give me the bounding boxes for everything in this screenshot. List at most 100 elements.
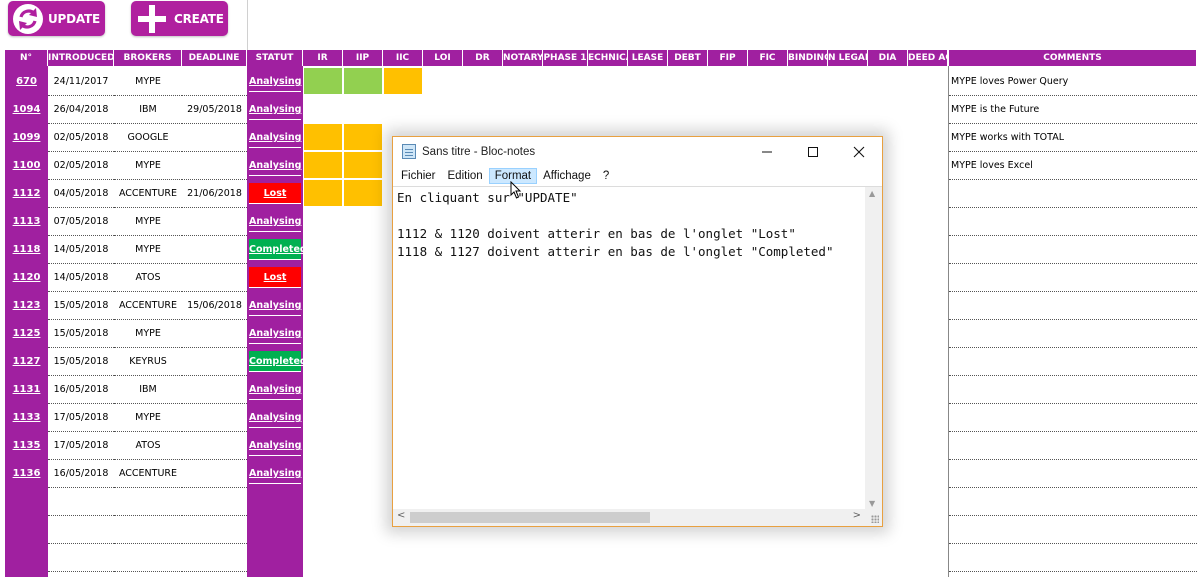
column-header[interactable]: BROKERS bbox=[114, 50, 182, 66]
comment-cell[interactable] bbox=[949, 432, 1197, 460]
deal-id-link[interactable]: 1113 bbox=[5, 208, 48, 236]
comment-cell[interactable] bbox=[949, 292, 1197, 320]
column-header[interactable]: DR bbox=[463, 50, 503, 66]
phase-status-cell[interactable] bbox=[384, 68, 422, 94]
introduced-cell[interactable]: 17/05/2018 bbox=[48, 404, 114, 432]
introduced-cell[interactable] bbox=[48, 544, 114, 572]
comment-cell[interactable] bbox=[949, 516, 1197, 544]
deadline-cell[interactable]: 15/06/2018 bbox=[182, 292, 247, 320]
introduced-cell[interactable]: 15/05/2018 bbox=[48, 348, 114, 376]
scroll-down-icon[interactable]: ▼ bbox=[869, 499, 875, 508]
notepad-titlebar[interactable]: Sans titre - Bloc-notes bbox=[393, 137, 882, 166]
phase-status-cell[interactable] bbox=[344, 124, 382, 150]
introduced-cell[interactable]: 24/11/2017 bbox=[48, 68, 114, 96]
deadline-cell[interactable]: 29/05/2018 bbox=[182, 96, 247, 124]
broker-cell[interactable]: ACCENTURE bbox=[114, 460, 182, 488]
phase-status-cell[interactable] bbox=[304, 180, 342, 206]
column-header[interactable]: IIC bbox=[383, 50, 423, 66]
comment-cell[interactable] bbox=[949, 376, 1197, 404]
deadline-cell[interactable] bbox=[182, 404, 247, 432]
broker-cell[interactable]: ACCENTURE bbox=[114, 180, 182, 208]
deadline-cell[interactable]: 21/06/2018 bbox=[182, 180, 247, 208]
comment-cell[interactable]: MYPE is the Future bbox=[949, 96, 1197, 124]
column-header[interactable]: ECHNICA bbox=[588, 50, 628, 66]
phase-status-cell[interactable] bbox=[304, 124, 342, 150]
phase-status-cell[interactable] bbox=[344, 68, 382, 94]
column-header[interactable]: NOTARY bbox=[503, 50, 543, 66]
deal-id-link[interactable]: 1099 bbox=[5, 124, 48, 152]
scroll-up-icon[interactable]: ▲ bbox=[869, 189, 875, 198]
deadline-cell[interactable] bbox=[182, 236, 247, 264]
horizontal-scrollbar[interactable]: < > bbox=[393, 509, 867, 526]
comment-cell[interactable] bbox=[949, 264, 1197, 292]
deal-id-link[interactable]: 670 bbox=[5, 68, 48, 96]
introduced-cell[interactable]: 17/05/2018 bbox=[48, 432, 114, 460]
comment-cell[interactable] bbox=[949, 348, 1197, 376]
status-badge[interactable]: Analysing bbox=[249, 379, 301, 400]
status-badge[interactable]: Lost bbox=[249, 267, 301, 288]
vertical-scrollbar[interactable]: ▲ ▼ bbox=[865, 186, 882, 510]
status-badge[interactable]: Completed bbox=[249, 239, 307, 260]
comment-cell[interactable] bbox=[949, 544, 1197, 572]
resize-grip-icon[interactable] bbox=[865, 509, 882, 526]
status-badge[interactable]: Analysing bbox=[249, 295, 301, 316]
introduced-cell[interactable] bbox=[48, 516, 114, 544]
column-header[interactable]: DEBT bbox=[668, 50, 708, 66]
deadline-cell[interactable] bbox=[182, 488, 247, 516]
menu-fichier[interactable]: Fichier bbox=[395, 168, 442, 184]
comment-cell[interactable]: MYPE loves Power Query bbox=[949, 68, 1197, 96]
broker-cell[interactable]: MYPE bbox=[114, 152, 182, 180]
status-badge[interactable]: Analysing bbox=[249, 211, 301, 232]
comment-cell[interactable]: MYPE works with TOTAL bbox=[949, 124, 1197, 152]
comment-cell[interactable] bbox=[949, 488, 1197, 516]
introduced-cell[interactable]: 02/05/2018 bbox=[48, 124, 114, 152]
minimize-icon[interactable] bbox=[744, 137, 790, 166]
horizontal-scroll-thumb[interactable] bbox=[410, 512, 650, 523]
broker-cell[interactable]: KEYRUS bbox=[114, 348, 182, 376]
column-header[interactable]: INTRODUCED bbox=[48, 50, 114, 66]
status-badge[interactable]: Analysing bbox=[249, 407, 301, 428]
comment-cell[interactable] bbox=[949, 236, 1197, 264]
status-badge[interactable]: Analysing bbox=[249, 71, 301, 92]
menu-affichage[interactable]: Affichage bbox=[537, 168, 597, 184]
broker-cell[interactable]: ATOS bbox=[114, 264, 182, 292]
deadline-cell[interactable] bbox=[182, 208, 247, 236]
introduced-cell[interactable]: 16/05/2018 bbox=[48, 460, 114, 488]
introduced-cell[interactable]: 02/05/2018 bbox=[48, 152, 114, 180]
deadline-cell[interactable] bbox=[182, 264, 247, 292]
deal-id-link[interactable]: 1112 bbox=[5, 180, 48, 208]
deadline-cell[interactable] bbox=[182, 320, 247, 348]
introduced-cell[interactable]: 15/05/2018 bbox=[48, 320, 114, 348]
deal-id-link[interactable]: 1094 bbox=[5, 96, 48, 124]
column-header[interactable]: DEED ACT bbox=[908, 50, 948, 66]
scroll-right-icon[interactable]: > bbox=[853, 510, 861, 521]
deal-id-link[interactable]: 1123 bbox=[5, 292, 48, 320]
broker-cell[interactable] bbox=[114, 488, 182, 516]
column-header[interactable]: FIC bbox=[748, 50, 788, 66]
deal-id-link[interactable]: 1131 bbox=[5, 376, 48, 404]
column-header[interactable]: BINDING bbox=[788, 50, 828, 66]
status-badge[interactable]: Analysing bbox=[249, 435, 301, 456]
introduced-cell[interactable]: 04/05/2018 bbox=[48, 180, 114, 208]
menu-help[interactable]: ? bbox=[597, 168, 615, 184]
deal-id-link[interactable]: 1135 bbox=[5, 432, 48, 460]
phase-status-cell[interactable] bbox=[304, 68, 342, 94]
comment-cell[interactable] bbox=[949, 180, 1197, 208]
scroll-left-icon[interactable]: < bbox=[397, 510, 405, 521]
broker-cell[interactable]: MYPE bbox=[114, 404, 182, 432]
column-header[interactable]: LOI bbox=[423, 50, 463, 66]
introduced-cell[interactable]: 14/05/2018 bbox=[48, 236, 114, 264]
phase-status-cell[interactable] bbox=[344, 152, 382, 178]
column-header[interactable]: FIP bbox=[708, 50, 748, 66]
broker-cell[interactable] bbox=[114, 544, 182, 572]
status-badge[interactable]: Analysing bbox=[249, 127, 301, 148]
broker-cell[interactable]: ACCENTURE bbox=[114, 292, 182, 320]
broker-cell[interactable]: MYPE bbox=[114, 68, 182, 96]
comment-cell[interactable] bbox=[949, 208, 1197, 236]
introduced-cell[interactable]: 26/04/2018 bbox=[48, 96, 114, 124]
status-badge[interactable]: Completed bbox=[249, 351, 307, 372]
broker-cell[interactable]: MYPE bbox=[114, 320, 182, 348]
maximize-icon[interactable] bbox=[790, 137, 836, 166]
column-header[interactable]: IR bbox=[303, 50, 343, 66]
broker-cell[interactable]: IBM bbox=[114, 376, 182, 404]
